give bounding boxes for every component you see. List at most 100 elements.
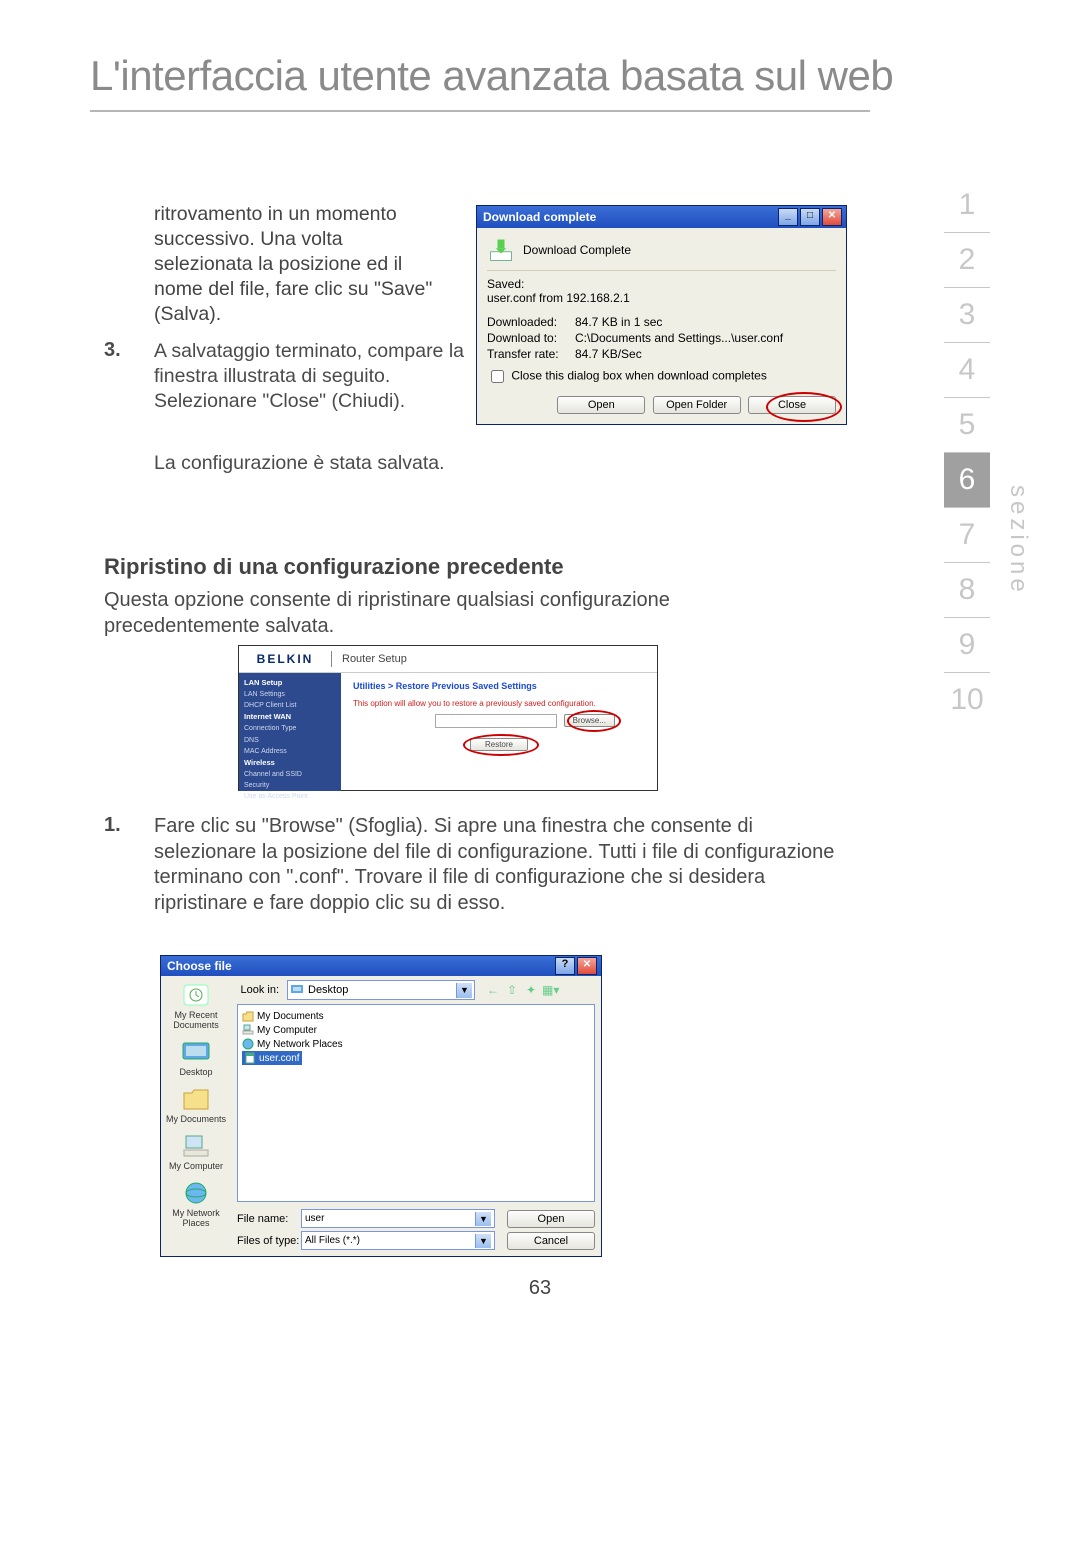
restore-button[interactable]: Restore (470, 738, 528, 751)
belkin-sidebar: LAN Setup LAN Settings DHCP Client List … (239, 673, 341, 791)
views-icon[interactable]: ▦▾ (542, 982, 558, 998)
nav-1[interactable]: 1 (944, 178, 990, 233)
place-mycomp[interactable]: My Computer (161, 1132, 231, 1171)
dialog-titlebar[interactable]: Download complete _ □ ✕ (477, 206, 846, 228)
dialog-title-text: Download complete (483, 210, 596, 224)
nav-5[interactable]: 5 (944, 398, 990, 453)
place-mynet[interactable]: My Network Places (161, 1179, 231, 1228)
file-mynet: My Network Places (257, 1039, 343, 1050)
places-bar: My Recent Documents Desktop My Documents… (161, 976, 231, 1256)
back-icon[interactable]: ← (485, 982, 501, 998)
cancel-button[interactable]: Cancel (507, 1232, 595, 1250)
list-item[interactable]: My Documents (242, 1009, 590, 1023)
chevron-down-icon[interactable]: ▼ (475, 1212, 491, 1226)
config-saved-text: La configurazione è stata salvata. (154, 451, 454, 476)
download-complete-heading: Download Complete (523, 243, 631, 257)
transfer-label: Transfer rate: (487, 347, 575, 361)
intro-text: ritrovamento in un momento successivo. U… (154, 202, 444, 327)
file-mydocs: My Documents (257, 1011, 324, 1022)
place-desktop-label: Desktop (179, 1067, 212, 1077)
minimize-icon[interactable]: _ (778, 208, 798, 226)
place-mynet-label: My Network Places (172, 1208, 220, 1228)
list-item[interactable]: My Network Places (242, 1037, 590, 1051)
close-icon[interactable]: ✕ (822, 208, 842, 226)
side-chan-ssid[interactable]: Channel and SSID (244, 769, 336, 780)
chevron-down-icon[interactable]: ▼ (456, 983, 472, 998)
side-lan-settings[interactable]: LAN Settings (244, 689, 336, 700)
side-lan-setup[interactable]: LAN Setup (244, 677, 336, 689)
belkin-file-input[interactable] (435, 714, 557, 728)
saved-label: Saved: (487, 277, 836, 291)
sezione-label: sezione (1004, 485, 1032, 596)
lookin-label: Look in: (237, 984, 283, 996)
restore-heading: Ripristino di una configurazione precede… (104, 554, 564, 580)
place-desktop[interactable]: Desktop (161, 1038, 231, 1077)
close-button[interactable]: Close (748, 396, 836, 414)
nav-8[interactable]: 8 (944, 563, 990, 618)
side-security[interactable]: Security (244, 780, 336, 791)
side-wireless[interactable]: Wireless (244, 757, 336, 769)
file-userconf: user.conf (259, 1053, 300, 1064)
nav-3[interactable]: 3 (944, 288, 990, 343)
nav-4[interactable]: 4 (944, 343, 990, 398)
close-when-done-label: Close this dialog box when download comp… (511, 369, 767, 383)
place-mydocs-label: My Documents (166, 1114, 226, 1124)
filename-value: user (305, 1213, 324, 1224)
step1-text: Fare clic su "Browse" (Sfoglia). Si apre… (154, 814, 854, 916)
side-use-ap[interactable]: Use as Access Point (244, 791, 336, 802)
help-icon[interactable]: ? (555, 957, 575, 975)
open-folder-button[interactable]: Open Folder (653, 396, 741, 414)
download-icon (487, 236, 515, 264)
place-recent-label: My Recent Documents (173, 1010, 219, 1030)
list-item-selected[interactable]: user.conf (242, 1051, 302, 1065)
filetype-field[interactable]: All Files (*.*) ▼ (301, 1231, 495, 1250)
download-complete-dialog: Download complete _ □ ✕ Download Complet… (476, 205, 847, 425)
desktop-icon (290, 983, 304, 997)
saved-value: user.conf from 192.168.2.1 (487, 291, 836, 305)
filename-field[interactable]: user ▼ (301, 1209, 495, 1228)
open-button[interactable]: Open (557, 396, 645, 414)
router-setup-label: Router Setup (332, 653, 407, 665)
place-recent[interactable]: My Recent Documents (161, 981, 231, 1030)
new-folder-icon[interactable]: ✦ (523, 982, 539, 998)
filetype-value: All Files (*.*) (305, 1235, 360, 1246)
section-nav: 1 2 3 4 5 6 7 8 9 10 (944, 178, 990, 727)
side-mac[interactable]: MAC Address (244, 746, 336, 757)
list-item[interactable]: My Computer (242, 1023, 590, 1037)
browse-button[interactable]: Browse... (564, 714, 615, 727)
maximize-icon[interactable]: □ (800, 208, 820, 226)
filename-label: File name: (237, 1213, 301, 1225)
choose-file-dialog: Choose file ? ✕ My Recent Documents Desk… (160, 955, 602, 1257)
nav-10[interactable]: 10 (944, 673, 990, 727)
file-list[interactable]: My Documents My Computer My Network Plac… (237, 1004, 595, 1202)
filetype-label: Files of type: (237, 1235, 301, 1247)
transfer-value: 84.7 KB/Sec (575, 347, 642, 361)
side-internet-wan[interactable]: Internet WAN (244, 711, 336, 723)
download-to-label: Download to: (487, 331, 575, 345)
belkin-description: This option will allow you to restore a … (353, 699, 645, 708)
side-dhcp[interactable]: DHCP Client List (244, 700, 336, 711)
nav-2[interactable]: 2 (944, 233, 990, 288)
nav-9[interactable]: 9 (944, 618, 990, 673)
lookin-combo[interactable]: Desktop ▼ (287, 980, 475, 1000)
page-number: 63 (0, 1277, 1080, 1300)
step3-number: 3. (104, 339, 121, 362)
place-mydocs[interactable]: My Documents (161, 1085, 231, 1124)
nav-6[interactable]: 6 (944, 453, 990, 508)
downloaded-value: 84.7 KB in 1 sec (575, 315, 662, 329)
step1-number: 1. (104, 814, 121, 837)
nav-7[interactable]: 7 (944, 508, 990, 563)
download-to-value: C:\Documents and Settings...\user.conf (575, 331, 783, 345)
title-rule (90, 110, 870, 112)
belkin-router-screenshot: BELKIN Router Setup LAN Setup LAN Settin… (238, 645, 658, 791)
open-button[interactable]: Open (507, 1210, 595, 1228)
side-conn-type[interactable]: Connection Type (244, 723, 336, 734)
page-title: L'interfaccia utente avanzata basata sul… (90, 52, 893, 100)
step3-text: A salvataggio terminato, compare la fine… (154, 339, 474, 414)
side-dns[interactable]: DNS (244, 735, 336, 746)
up-icon[interactable]: ⇧ (504, 982, 520, 998)
choose-titlebar[interactable]: Choose file ? ✕ (161, 956, 601, 976)
chevron-down-icon[interactable]: ▼ (475, 1234, 491, 1248)
close-when-done-checkbox[interactable] (491, 370, 504, 383)
close-icon[interactable]: ✕ (577, 957, 597, 975)
